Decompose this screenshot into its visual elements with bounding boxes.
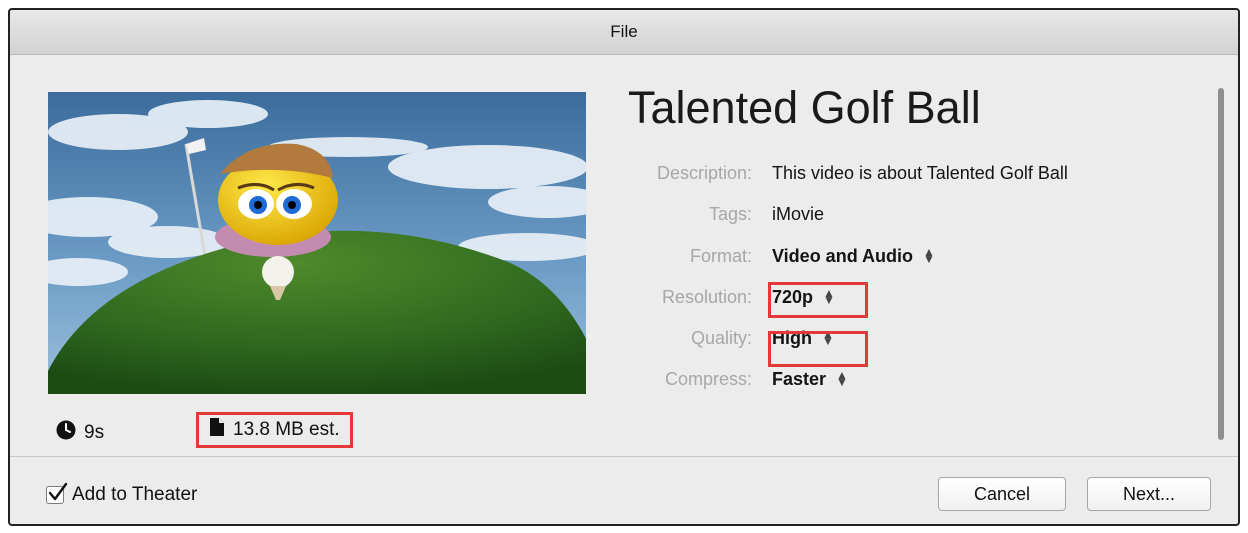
checkbox-checked-icon xyxy=(46,482,68,504)
quality-label: Quality: xyxy=(690,328,752,348)
vertical-scrollbar[interactable] xyxy=(1218,88,1224,440)
file-size-value: 13.8 MB est. xyxy=(233,419,340,440)
quality-highlight-box xyxy=(768,331,868,367)
resolution-highlight-box xyxy=(768,282,868,318)
cancel-button[interactable]: Cancel xyxy=(938,477,1066,511)
format-label: Format: xyxy=(689,246,752,266)
stepper-arrows-icon: ▲ ▼ xyxy=(923,245,935,266)
window-title: File xyxy=(610,22,638,41)
stepper-arrows-icon: ▲ ▼ xyxy=(836,368,848,389)
file-size-indicator: 13.8 MB est. xyxy=(196,412,353,448)
tags-label: Tags: xyxy=(708,204,752,224)
duration-indicator: 9s xyxy=(56,420,104,446)
window-titlebar: File xyxy=(10,10,1238,55)
add-to-theater-label: Add to Theater xyxy=(72,484,198,505)
clock-icon xyxy=(56,420,76,446)
compress-select[interactable]: Faster ▲ ▼ xyxy=(772,364,848,394)
format-row: Format: Video and Audio ▲ ▼ xyxy=(610,241,1200,271)
tags-value[interactable]: iMovie xyxy=(772,199,824,229)
resolution-row: Resolution: 720p ▲ ▼ xyxy=(610,282,1200,312)
description-text: This video is about Talented Golf Ball xyxy=(772,163,1068,183)
video-title[interactable]: Talented Golf Ball xyxy=(628,82,981,134)
description-label: Description: xyxy=(656,163,752,183)
add-to-theater-checkbox[interactable]: Add to Theater xyxy=(46,482,198,506)
compress-row: Compress: Faster ▲ ▼ xyxy=(610,364,1200,394)
duration-value: 9s xyxy=(84,422,105,443)
format-selected-value: Video and Audio xyxy=(772,246,914,266)
video-thumbnail xyxy=(48,92,586,394)
description-row: Description: This video is about Talente… xyxy=(610,158,1200,188)
export-stats: 9s 13.8 MB est. xyxy=(48,410,608,450)
resolution-label: Resolution: xyxy=(661,287,752,307)
share-file-dialog: File 9s 13.8 MB est. Talented Golf Ball … xyxy=(8,8,1240,526)
tags-row: Tags: iMovie xyxy=(610,199,1200,229)
next-button[interactable]: Next... xyxy=(1087,477,1211,511)
description-value[interactable]: This video is about Talented Golf Ball xyxy=(772,158,1068,188)
quality-row: Quality: High ▲ ▼ xyxy=(610,323,1200,353)
format-select[interactable]: Video and Audio ▲ ▼ xyxy=(772,241,935,271)
document-icon xyxy=(209,417,225,443)
footer-divider xyxy=(10,456,1238,457)
tags-text: iMovie xyxy=(772,204,825,224)
compress-label: Compress: xyxy=(664,369,752,389)
compress-selected-value: Faster xyxy=(772,369,827,389)
